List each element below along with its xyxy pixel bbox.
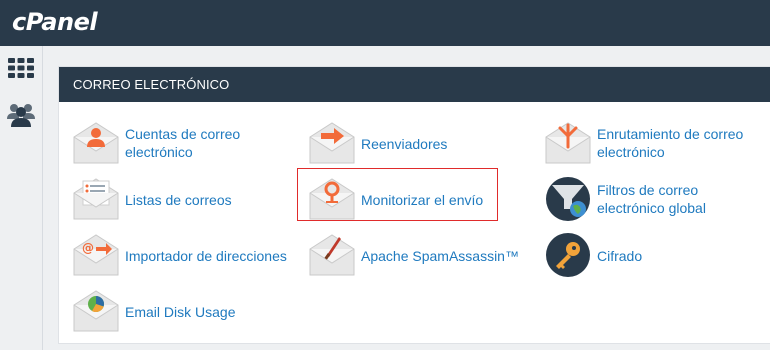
email-disk-usage-icon xyxy=(73,290,119,332)
users-icon[interactable] xyxy=(7,102,35,127)
item-label: Reenviadores xyxy=(361,136,448,152)
encryption-link[interactable]: Cifrado xyxy=(544,231,744,281)
panel-title: CORREO ELECTRÓNICO xyxy=(73,77,230,92)
item-label: Apache SpamAssassin™ xyxy=(361,248,519,264)
item-label: Filtros de correo electrónico global xyxy=(597,182,706,216)
item-label: Cifrado xyxy=(597,248,643,264)
highlight-box xyxy=(297,168,498,221)
global-filters-link[interactable]: Filtros de correo electrónico global xyxy=(544,175,769,225)
item-label: Cuentas de correo electrónico xyxy=(125,126,241,160)
mailing-lists-icon xyxy=(73,178,119,220)
forwarders-link[interactable]: Reenviadores xyxy=(308,119,508,169)
email-accounts-link[interactable]: Cuentas de correo electrónico xyxy=(72,119,272,169)
spamassassin-link[interactable]: Apache SpamAssassin™ xyxy=(308,231,519,281)
panel-header: CORREO ELECTRÓNICO xyxy=(59,67,770,102)
item-label: Email Disk Usage xyxy=(125,304,236,320)
top-bar: cPanel xyxy=(0,0,770,46)
address-importer-link[interactable]: @ Importador de direcciones xyxy=(72,231,297,281)
email-routing-icon xyxy=(545,122,591,164)
sidebar xyxy=(0,46,43,350)
global-filters-icon xyxy=(546,177,590,221)
encryption-icon xyxy=(546,233,590,277)
cpanel-logo[interactable]: cPanel xyxy=(12,8,98,36)
mailing-lists-link[interactable]: Listas de correos xyxy=(72,175,272,225)
email-accounts-icon xyxy=(73,122,119,164)
item-label: Listas de correos xyxy=(125,192,232,208)
email-disk-usage-link[interactable]: Email Disk Usage xyxy=(72,287,272,337)
item-label: Importador de direcciones xyxy=(125,248,287,264)
email-routing-link[interactable]: Enrutamiento de correo electrónico xyxy=(544,119,769,169)
forwarders-icon xyxy=(309,122,355,164)
spamassassin-icon xyxy=(309,234,355,276)
address-importer-icon: @ xyxy=(73,234,119,276)
item-label: Enrutamiento de correo electrónico xyxy=(597,126,744,160)
grid-icon[interactable] xyxy=(7,56,35,80)
svg-text:@: @ xyxy=(82,241,94,255)
